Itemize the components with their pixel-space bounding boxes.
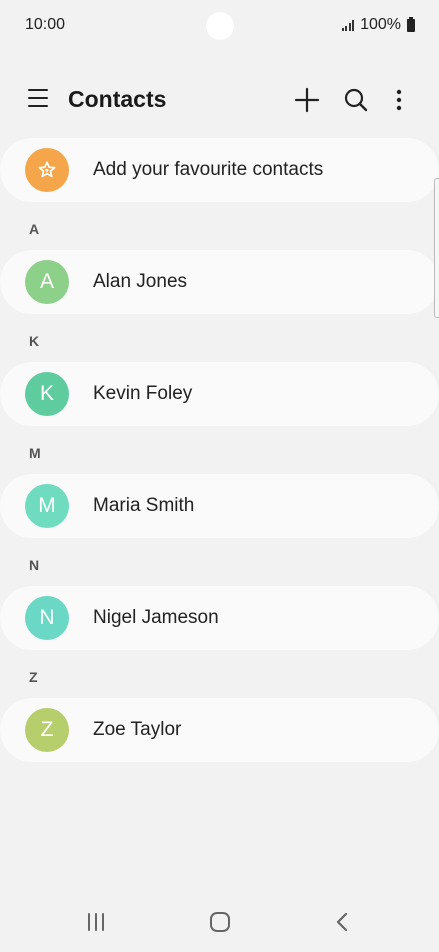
front-camera: [206, 12, 234, 40]
status-bar: 10:00 100%: [0, 0, 439, 50]
avatar: A: [25, 260, 69, 304]
contact-item-maria-smith[interactable]: M Maria Smith: [0, 474, 439, 538]
contact-item-zoe-taylor[interactable]: Z Zoe Taylor: [0, 698, 439, 762]
section-header: N: [29, 557, 40, 573]
section-header: K: [29, 333, 40, 349]
page-title: Contacts: [68, 86, 167, 112]
avatar: K: [25, 372, 69, 416]
avatar: N: [25, 596, 69, 640]
section-header: Z: [29, 669, 38, 685]
contact-item-kevin-foley[interactable]: K Kevin Foley: [0, 362, 439, 426]
signal-icon: [341, 19, 355, 31]
search-icon[interactable]: [340, 84, 372, 116]
navigation-bar: [0, 895, 439, 949]
battery-percentage: 100%: [360, 16, 401, 33]
section-header: A: [29, 221, 40, 237]
contact-name: Alan Jones: [93, 271, 188, 292]
add-icon[interactable]: [291, 84, 323, 116]
section-header: M: [29, 445, 41, 461]
more-options-icon[interactable]: [383, 84, 415, 116]
contact-item-nigel-jameson[interactable]: N Nigel Jameson: [0, 586, 439, 650]
avatar: Z: [25, 708, 69, 752]
add-favourites-item[interactable]: Add your favourite contacts: [0, 138, 439, 202]
favourites-label: Add your favourite contacts: [93, 159, 324, 180]
battery-icon: [407, 16, 415, 32]
back-icon[interactable]: [325, 907, 361, 937]
contact-name: Nigel Jameson: [93, 607, 219, 628]
contact-name: Kevin Foley: [93, 383, 193, 404]
status-time: 10:00: [25, 16, 66, 33]
app-bar: Contacts: [0, 78, 439, 122]
contact-name: Maria Smith: [93, 495, 195, 516]
recent-apps-icon[interactable]: [78, 907, 114, 937]
contact-item-alan-jones[interactable]: A Alan Jones: [0, 250, 439, 314]
avatar: M: [25, 484, 69, 528]
status-right: 100%: [341, 16, 415, 34]
contact-name: Zoe Taylor: [93, 719, 182, 740]
star-icon: [25, 148, 69, 192]
menu-icon[interactable]: [28, 89, 50, 109]
fast-scroll-handle[interactable]: [434, 178, 439, 318]
home-icon[interactable]: [202, 907, 238, 937]
